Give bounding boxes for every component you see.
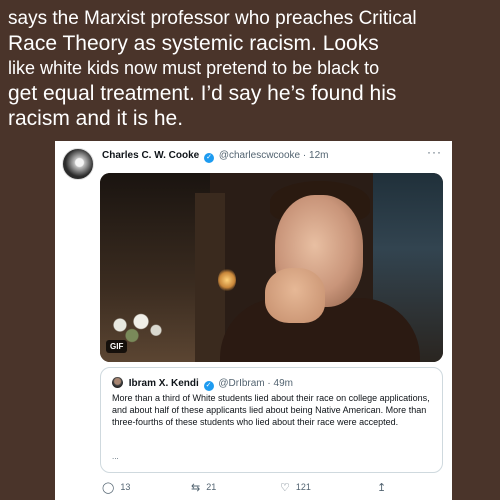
quote-time: 49m: [273, 378, 293, 389]
quoted-tweet[interactable]: Ibram X. Kendi ✓ @DrIbram · 49m More tha…: [100, 367, 443, 473]
action-bar: ◯ 13 ⇆ 21 ♡ 121 ↥: [102, 481, 442, 495]
like-count: 121: [295, 482, 311, 492]
share-button[interactable]: ↥: [377, 481, 392, 494]
like-button[interactable]: ♡ 121: [280, 481, 311, 494]
reply-count: 13: [120, 482, 131, 492]
tweet-card: Charles C. W. Cooke ✓ @charlescwcooke · …: [55, 141, 452, 500]
retweet-icon: ⇆: [191, 482, 201, 494]
avatar[interactable]: [62, 148, 94, 180]
caption-line-3: like white kids now must pretend to be b…: [8, 58, 380, 78]
author-name[interactable]: Charles C. W. Cooke: [102, 150, 199, 161]
caption-line-5: racism and it is he.: [8, 107, 184, 130]
media-person-hand: [265, 268, 325, 323]
gif-media[interactable]: GIF: [100, 173, 443, 362]
reply-button[interactable]: ◯ 13: [102, 481, 130, 494]
quote-header: Ibram X. Kendi ✓ @DrIbram · 49m: [112, 377, 293, 391]
author-handle[interactable]: @charlescwcooke: [219, 150, 300, 161]
meme-caption: says the Marxist professor who preaches …: [8, 6, 496, 131]
media-lamp: [218, 268, 236, 292]
quote-text: More than a third of White students lied…: [112, 393, 430, 427]
gif-badge: GIF: [106, 340, 128, 353]
quote-author-name: Ibram X. Kendi: [128, 378, 199, 389]
caption-line-1: says the Marxist professor who preaches …: [8, 8, 417, 29]
like-icon: ♡: [280, 482, 290, 494]
verified-icon: ✓: [203, 381, 214, 391]
tweet-header: Charles C. W. Cooke ✓ @charlescwcooke · …: [102, 150, 442, 163]
verified-icon: ✓: [204, 153, 215, 163]
reply-icon: ◯: [102, 482, 115, 494]
quote-ellipsis: ...: [112, 452, 119, 461]
retweet-button[interactable]: ⇆ 21: [191, 481, 216, 494]
quote-avatar: [112, 377, 123, 388]
tweet-time[interactable]: 12m: [309, 150, 328, 161]
caption-line-4: get equal treatment. I’d say he’s found …: [8, 82, 397, 105]
retweet-count: 21: [206, 482, 217, 492]
separator-dot: ·: [302, 150, 307, 161]
quote-handle: @DrIbram: [218, 378, 265, 389]
separator-dot: ·: [267, 378, 271, 389]
share-icon: ↥: [377, 482, 387, 494]
more-options-icon[interactable]: ···: [427, 145, 442, 159]
caption-line-2: Race Theory as systemic racism. Looks: [8, 32, 379, 55]
